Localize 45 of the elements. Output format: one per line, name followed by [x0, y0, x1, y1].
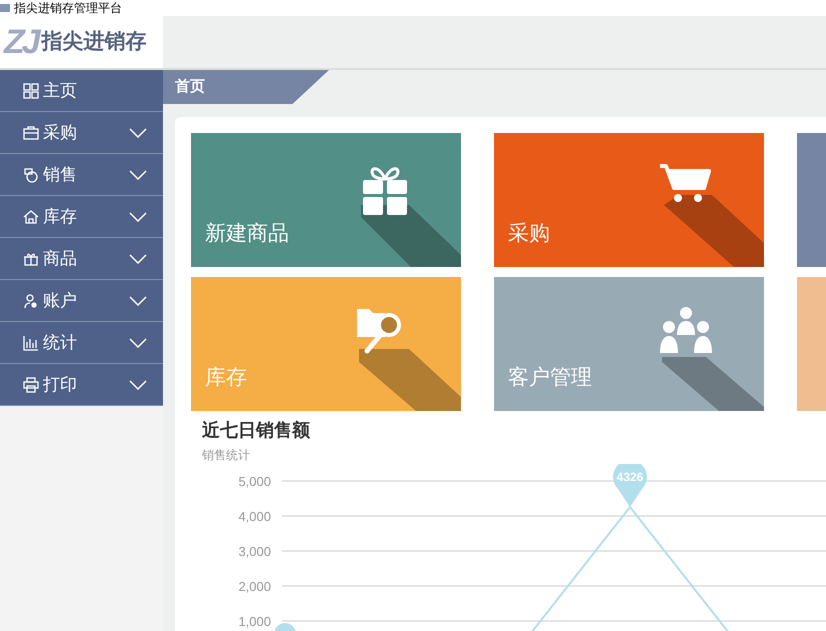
- sidebar-item[interactable]: 统计: [0, 322, 163, 364]
- sidebar-item[interactable]: 打印: [0, 364, 163, 406]
- logo-mark: ZJ: [4, 25, 38, 59]
- sidebar-item[interactable]: 库存: [0, 196, 163, 238]
- sidebar-item[interactable]: 商品: [0, 238, 163, 280]
- sidebar-item[interactable]: 主页: [0, 70, 163, 112]
- tile-label: 新建商品: [205, 220, 289, 246]
- window-title: 指尖进销存管理平台: [14, 1, 122, 15]
- axis-label: 3,000: [238, 544, 271, 559]
- user-icon: [23, 292, 39, 308]
- bar-chart-icon: [23, 334, 39, 350]
- chevron-down-icon: [129, 296, 147, 306]
- logo-name: 指尖进销存: [42, 28, 147, 56]
- marker-pin: [274, 623, 296, 631]
- sidebar-item[interactable]: 采购: [0, 112, 163, 154]
- shortcut-tile[interactable]: 采购: [494, 133, 764, 267]
- chevron-down-icon: [129, 380, 147, 390]
- page-tab[interactable]: 首页: [163, 70, 329, 104]
- grid-icon: [23, 82, 39, 98]
- axis-label: 1,000: [238, 614, 271, 629]
- chevron-down-icon: [129, 338, 147, 348]
- shortcut-tile[interactable]: 新建商品: [191, 133, 461, 267]
- sidebar-item[interactable]: 账户: [0, 280, 163, 322]
- chart-subtitle: 销售统计: [202, 447, 251, 464]
- tile-label: 客户管理: [508, 364, 592, 390]
- axis-label: 4,000: [238, 509, 271, 524]
- people-icon: [660, 307, 712, 353]
- tile-label: 采购: [508, 220, 550, 246]
- coins-icon: [23, 166, 39, 182]
- chevron-down-icon: [129, 170, 147, 180]
- chevron-down-icon: [129, 212, 147, 222]
- peak-value-label: 4326: [616, 470, 644, 484]
- axis-label: 2,000: [238, 579, 271, 594]
- axis-label: 5,000: [238, 474, 271, 489]
- bag-icon: [23, 124, 39, 140]
- chart-title: 近七日销售额: [202, 419, 311, 442]
- gift-icon: [23, 250, 39, 266]
- printer-icon: [23, 376, 39, 392]
- chevron-down-icon: [129, 128, 147, 138]
- home-icon: [23, 208, 39, 224]
- tile-label: 库存: [205, 364, 247, 390]
- app-icon: [0, 4, 10, 12]
- sidebar-item[interactable]: 销售: [0, 154, 163, 196]
- shopping-cart-icon: [658, 163, 712, 203]
- chevron-down-icon: [129, 254, 147, 264]
